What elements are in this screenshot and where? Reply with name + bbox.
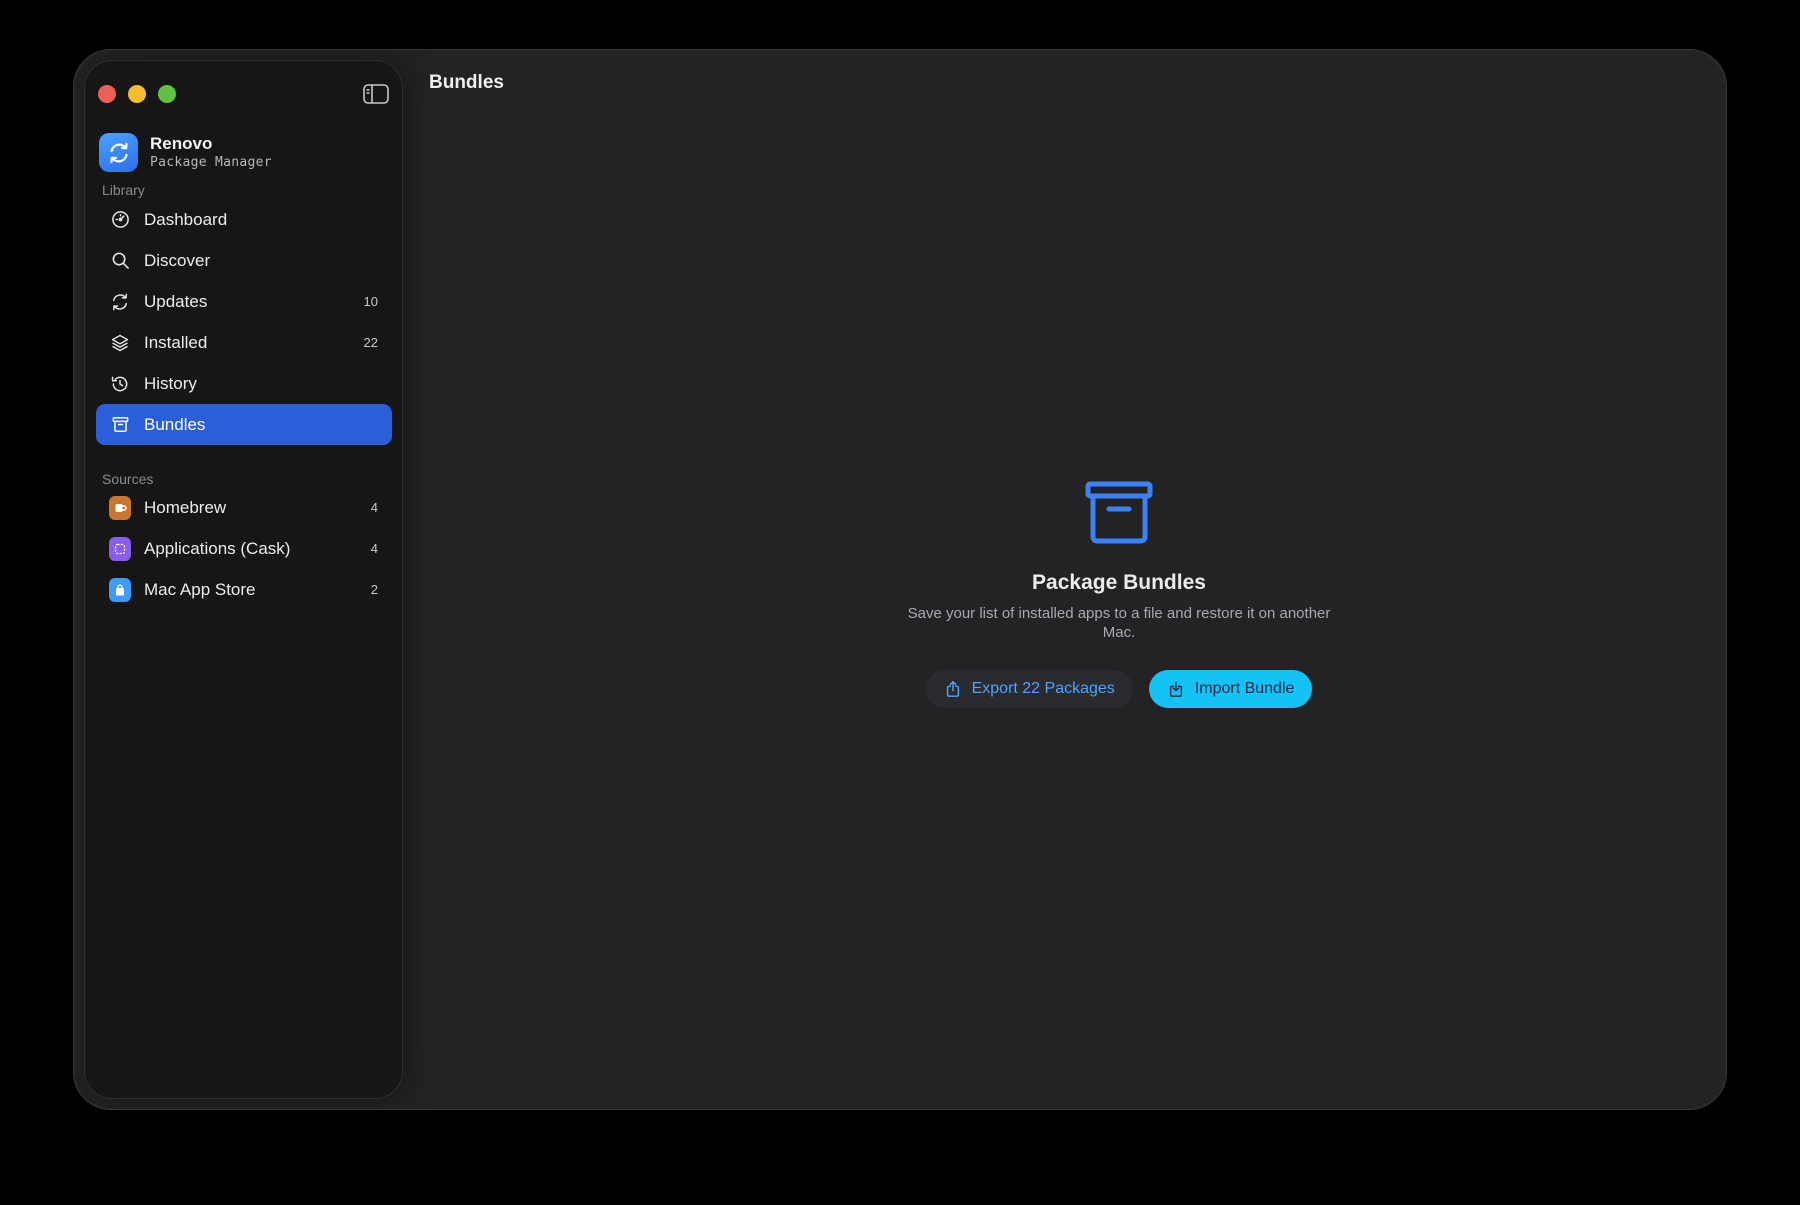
empty-state-title: Package Bundles — [1032, 571, 1206, 594]
app-brand: Renovo Package Manager — [99, 133, 272, 172]
count-badge: 4 — [370, 541, 378, 556]
count-badge: 4 — [370, 500, 378, 515]
import-button-label: Import Bundle — [1194, 680, 1295, 697]
sidebar-item-history[interactable]: History — [96, 363, 392, 404]
empty-state-description: Save your list of installed apps to a fi… — [907, 605, 1331, 641]
app-store-icon — [109, 577, 131, 602]
library-section-label: Library — [102, 182, 145, 198]
count-badge: 10 — [363, 294, 378, 309]
sidebar-item-label: Homebrew — [144, 497, 227, 517]
empty-state: Package Bundles Save your list of instal… — [854, 481, 1384, 708]
sidebar-toggle-icon — [363, 84, 389, 104]
sidebar: Renovo Package Manager Library Dashboard — [84, 60, 403, 1099]
import-bundle-button[interactable]: Import Bundle — [1148, 670, 1313, 708]
refresh-icon — [109, 291, 131, 313]
sources-nav: Homebrew 4 Applications (Cask) 4 Mac App… — [96, 487, 392, 610]
sidebar-item-label: Installed — [144, 332, 208, 352]
search-icon — [109, 250, 131, 272]
library-nav: Dashboard Discover Updates 10 Installed … — [96, 199, 392, 445]
sidebar-item-label: Dashboard — [144, 209, 228, 229]
sources-section-label: Sources — [102, 471, 154, 487]
sidebar-item-bundles[interactable]: Bundles — [96, 404, 392, 445]
close-window-button[interactable] — [98, 85, 116, 103]
gauge-icon — [109, 209, 131, 231]
archive-box-icon — [1085, 481, 1153, 544]
sidebar-item-discover[interactable]: Discover — [96, 240, 392, 281]
sidebar-item-label: Updates — [144, 291, 208, 311]
sidebar-item-applications-cask[interactable]: Applications (Cask) 4 — [96, 528, 392, 569]
app-name: Renovo — [150, 134, 213, 153]
sidebar-toggle-button[interactable] — [363, 83, 389, 105]
app-logo-icon — [99, 133, 138, 172]
history-icon — [109, 373, 131, 395]
app-window: Renovo Package Manager Library Dashboard — [73, 49, 1727, 1110]
count-badge: 2 — [370, 582, 378, 597]
export-packages-button[interactable]: Export 22 Packages — [925, 670, 1133, 708]
homebrew-icon — [109, 495, 131, 520]
sidebar-item-dashboard[interactable]: Dashboard — [96, 199, 392, 240]
empty-state-actions: Export 22 Packages Import Bundle — [925, 670, 1313, 708]
app-subtitle: Package Manager — [150, 155, 272, 170]
sidebar-item-mac-app-store[interactable]: Mac App Store 2 — [96, 569, 392, 610]
sidebar-item-label: Mac App Store — [144, 579, 256, 599]
sidebar-item-label: Bundles — [144, 414, 206, 434]
archive-box-icon — [109, 414, 131, 436]
download-icon — [1169, 681, 1182, 697]
sidebar-item-label: Discover — [144, 250, 211, 270]
layers-icon — [109, 332, 131, 354]
sidebar-item-updates[interactable]: Updates 10 — [96, 281, 392, 322]
sidebar-item-label: History — [144, 373, 197, 393]
sidebar-item-homebrew[interactable]: Homebrew 4 — [96, 487, 392, 528]
count-badge: 22 — [363, 335, 378, 350]
share-icon — [946, 681, 959, 697]
cask-icon — [109, 536, 131, 561]
page-title: Bundles — [429, 72, 504, 93]
window-controls — [98, 85, 176, 103]
minimize-window-button[interactable] — [128, 85, 146, 103]
sidebar-item-installed[interactable]: Installed 22 — [96, 322, 392, 363]
zoom-window-button[interactable] — [158, 85, 176, 103]
sidebar-item-label: Applications (Cask) — [144, 538, 291, 558]
export-button-label: Export 22 Packages — [971, 680, 1115, 697]
